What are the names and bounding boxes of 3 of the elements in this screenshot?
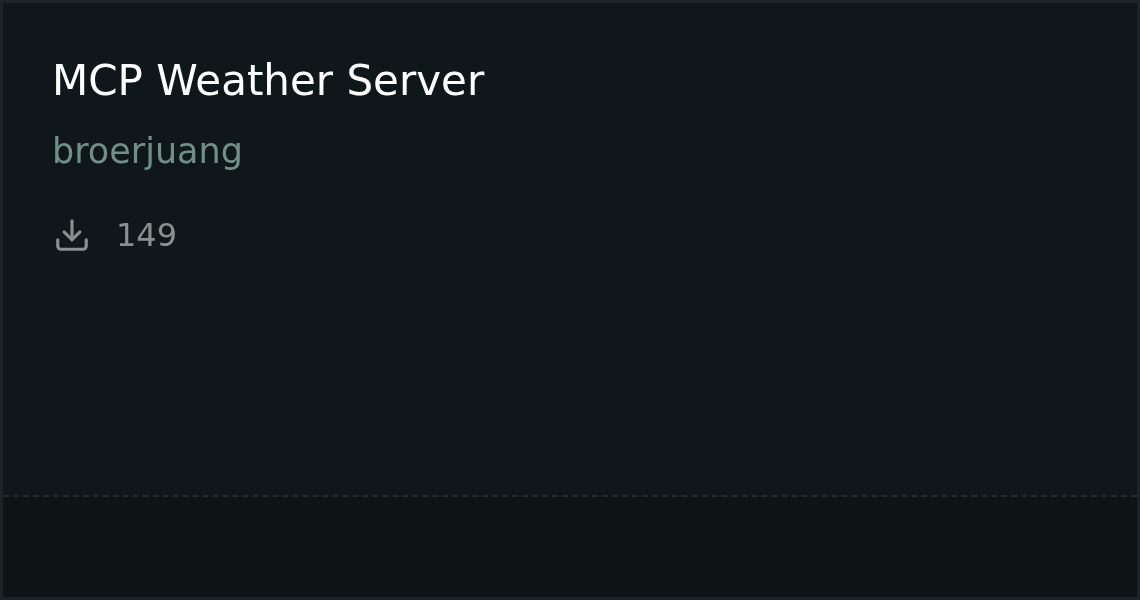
author-name: broerjuang: [52, 130, 244, 173]
download-count: 149: [116, 215, 178, 255]
server-title: MCP Weather Server: [52, 55, 486, 107]
